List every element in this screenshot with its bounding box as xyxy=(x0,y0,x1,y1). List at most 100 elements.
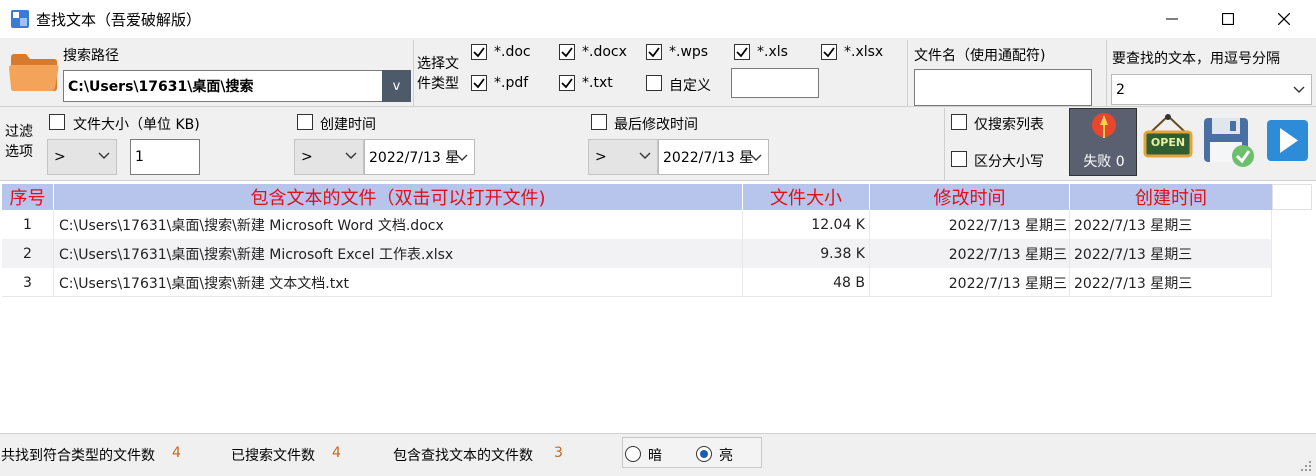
col-file-header[interactable]: 包含文本的文件（双击可以打开文件) xyxy=(54,184,743,210)
custom-type-input[interactable] xyxy=(731,68,819,98)
app-icon xyxy=(11,10,29,28)
wps-checkbox[interactable] xyxy=(646,44,662,60)
chevron-down-icon xyxy=(750,154,762,161)
created-date-picker[interactable]: 2022/7/13 星 xyxy=(364,139,475,175)
xlsx-checkbox[interactable] xyxy=(821,44,837,60)
check-icon xyxy=(473,47,485,58)
pdf-checkbox[interactable] xyxy=(471,75,487,91)
theme-toggle-group xyxy=(622,437,762,468)
row-created: 2022/7/13 星期三 xyxy=(1070,268,1272,297)
table-row[interactable]: 2 C:\Users\17631\桌面\搜索\新建 Microsoft Exce… xyxy=(2,239,1272,268)
table-header: 序号 包含文本的文件（双击可以打开文件) 文件大小 修改时间 创建时间 xyxy=(2,184,1272,210)
custom-type-checkbox[interactable] xyxy=(646,75,662,91)
search-text-input[interactable]: 2 xyxy=(1111,74,1312,105)
case-sensitive-checkbox[interactable] xyxy=(951,151,967,167)
filename-label: 文件名（使用通配符) xyxy=(914,48,1046,64)
search-text-value: 2 xyxy=(1116,81,1125,98)
chevron-down-icon: v xyxy=(392,78,401,94)
row-created: 2022/7/13 星期三 xyxy=(1070,210,1272,239)
row-created: 2022/7/13 星期三 xyxy=(1070,239,1272,268)
table-row[interactable]: 1 C:\Users\17631\桌面\搜索\新建 Microsoft Word… xyxy=(2,210,1272,239)
folder-icon[interactable] xyxy=(8,48,60,94)
only-list-label: 仅搜索列表 xyxy=(974,117,1044,133)
chevron-down-icon xyxy=(639,152,651,159)
theme-dark-radio[interactable] xyxy=(625,446,641,462)
check-icon xyxy=(561,47,573,58)
size-op-select[interactable]: > xyxy=(47,139,117,175)
row-file: C:\Users\17631\桌面\搜索\新建 文本文档.txt xyxy=(54,268,743,297)
size-value-input[interactable]: 1 xyxy=(130,139,200,175)
check-icon xyxy=(648,47,660,58)
size-filter-checkbox[interactable] xyxy=(49,114,65,130)
fail-count: 失败 0 xyxy=(1083,154,1125,170)
row-file: C:\Users\17631\桌面\搜索\新建 Microsoft Excel … xyxy=(54,239,743,268)
row-modified: 2022/7/13 星期三 xyxy=(870,210,1070,239)
search-path-label: 搜索路径 xyxy=(63,48,119,64)
rocket-icon xyxy=(1092,113,1116,138)
modified-filter-checkbox[interactable] xyxy=(591,114,607,130)
search-text-label: 要查找的文本，用逗号分隔 xyxy=(1112,51,1280,67)
row-file: C:\Users\17631\桌面\搜索\新建 Microsoft Word 文… xyxy=(54,210,743,239)
row-index: 2 xyxy=(2,239,54,268)
save-icon[interactable] xyxy=(1201,114,1257,170)
created-op-value: > xyxy=(301,149,313,165)
theme-light-label: 亮 xyxy=(719,448,733,464)
filter-options-label: 过滤选项 xyxy=(5,124,33,160)
created-filter-label: 创建时间 xyxy=(320,117,376,133)
close-button[interactable] xyxy=(1256,0,1312,38)
maximize-icon xyxy=(1222,13,1234,25)
filename-input[interactable] xyxy=(914,69,1092,106)
docx-checkbox[interactable] xyxy=(559,44,575,60)
row-index: 1 xyxy=(2,210,54,239)
modified-op-value: > xyxy=(595,149,607,165)
search-button[interactable]: 失败 0 xyxy=(1069,108,1137,176)
only-list-checkbox[interactable] xyxy=(951,114,967,130)
searched-count-value: 4 xyxy=(332,445,341,461)
col-index-header[interactable]: 序号 xyxy=(2,184,54,210)
contains-count-value: 3 xyxy=(554,445,563,461)
row-modified: 2022/7/13 星期三 xyxy=(870,268,1070,297)
maximize-button[interactable] xyxy=(1200,0,1256,38)
search-path-dropdown-button[interactable]: v xyxy=(382,70,411,102)
close-icon xyxy=(1278,13,1290,25)
custom-type-label: 自定义 xyxy=(669,78,711,94)
modified-filter-label: 最后修改时间 xyxy=(614,117,698,133)
col-size-header[interactable]: 文件大小 xyxy=(743,184,870,210)
open-sign-icon[interactable]: OPEN xyxy=(1143,114,1193,170)
play-icon xyxy=(1280,128,1298,153)
check-icon xyxy=(736,47,748,58)
theme-light-radio[interactable] xyxy=(696,446,712,462)
resize-grip-icon[interactable] xyxy=(1298,458,1312,472)
txt-label: *.txt xyxy=(582,75,613,91)
xls-checkbox[interactable] xyxy=(734,44,750,60)
minimize-button[interactable] xyxy=(1144,0,1200,38)
modified-date-picker[interactable]: 2022/7/13 星 xyxy=(658,139,769,175)
modified-op-select[interactable]: > xyxy=(588,139,658,175)
run-button[interactable] xyxy=(1267,120,1308,161)
search-path-input[interactable]: C:\Users\17631\桌面\搜索 xyxy=(63,70,383,102)
col-created-header[interactable]: 创建时间 xyxy=(1070,184,1272,210)
size-op-value: > xyxy=(54,149,66,165)
minimize-icon xyxy=(1166,18,1178,20)
row-modified: 2022/7/13 星期三 xyxy=(870,239,1070,268)
check-icon xyxy=(561,78,573,89)
txt-checkbox[interactable] xyxy=(559,75,575,91)
found-count-label: 共找到符合类型的文件数 xyxy=(1,448,155,464)
chevron-down-icon xyxy=(98,152,110,159)
xlsx-label: *.xlsx xyxy=(844,44,884,60)
created-filter-checkbox[interactable] xyxy=(297,114,313,130)
doc-label: *.doc xyxy=(494,44,531,60)
row-index: 3 xyxy=(2,268,54,297)
col-modified-header[interactable]: 修改时间 xyxy=(870,184,1070,210)
doc-checkbox[interactable] xyxy=(471,44,487,60)
row-size: 9.38 K xyxy=(743,239,870,268)
docx-label: *.docx xyxy=(582,44,627,60)
check-icon xyxy=(473,78,485,89)
table-row[interactable]: 3 C:\Users\17631\桌面\搜索\新建 文本文档.txt 48 B … xyxy=(2,268,1272,297)
chevron-down-icon xyxy=(456,154,468,161)
contains-count-label: 包含查找文本的文件数 xyxy=(393,448,533,464)
searched-count-label: 已搜索文件数 xyxy=(231,448,315,464)
wps-label: *.wps xyxy=(669,44,709,60)
created-op-select[interactable]: > xyxy=(294,139,364,175)
theme-dark-label: 暗 xyxy=(648,448,662,464)
